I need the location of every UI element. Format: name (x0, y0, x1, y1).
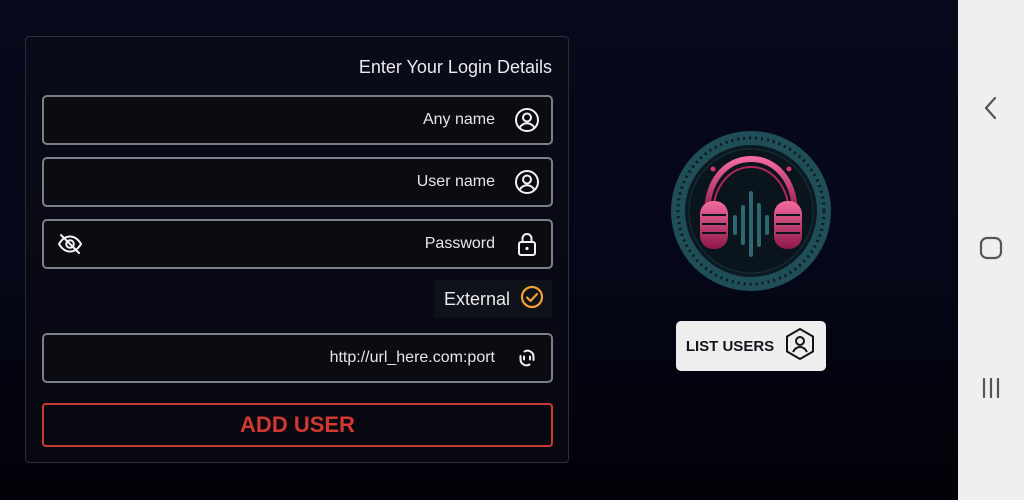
url-field[interactable] (42, 333, 553, 383)
external-label: External (443, 288, 510, 309)
user-circle-icon (507, 159, 547, 205)
link-icon (507, 335, 547, 381)
login-panel: Enter Your Login Details Any name User n… (25, 36, 569, 463)
list-users-button[interactable]: LIST USERS (676, 321, 826, 371)
recents-icon[interactable] (958, 358, 1024, 418)
list-users-label: LIST USERS (685, 337, 775, 355)
password-input[interactable] (84, 221, 495, 267)
any-name-input[interactable] (84, 97, 495, 143)
user-circle-icon (507, 97, 547, 143)
back-chevron-icon[interactable] (958, 78, 1024, 138)
password-field[interactable] (42, 219, 553, 269)
check-circle-icon[interactable] (520, 285, 544, 314)
panel-title: Enter Your Login Details (358, 57, 552, 77)
lock-icon (507, 221, 547, 267)
headphones-logo (669, 129, 833, 293)
user-name-input[interactable] (84, 159, 495, 205)
home-icon[interactable] (958, 218, 1024, 278)
add-user-button[interactable]: ADD USER (42, 403, 553, 447)
user-name-field[interactable] (42, 157, 553, 207)
system-navigation-bar (958, 0, 1024, 500)
app-screen: Enter Your Login Details Any name User n… (0, 0, 958, 500)
url-input[interactable] (84, 335, 495, 381)
external-toggle[interactable]: External (433, 280, 552, 318)
user-shield-icon (784, 327, 816, 366)
any-name-field[interactable] (42, 95, 553, 145)
